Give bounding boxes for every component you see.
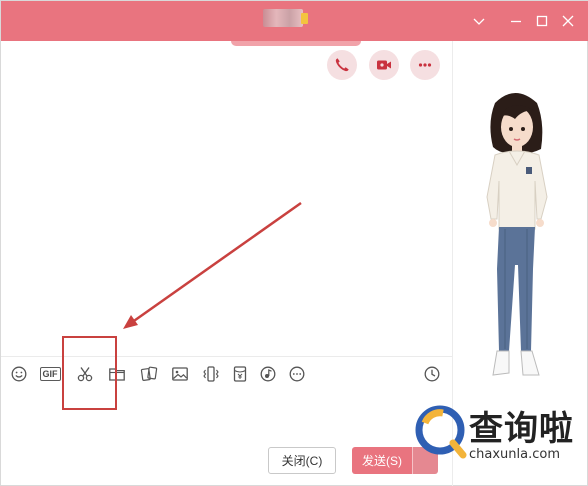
status-icon: [301, 13, 308, 24]
red-packet-button[interactable]: [228, 361, 252, 387]
contact-name-blurred: [263, 9, 303, 27]
watermark: 查询啦 chaxunla.com: [411, 397, 588, 469]
emoji-button[interactable]: [7, 361, 31, 387]
chat-window: GIF 关闭(C) 发送(S) 查询啦 chaxunla.com: [0, 0, 588, 486]
music-icon: [260, 366, 276, 382]
sticker-button[interactable]: [137, 361, 161, 387]
history-clock-icon: [424, 366, 440, 382]
shake-button[interactable]: [199, 361, 223, 387]
search-logo-icon: [415, 405, 467, 459]
gif-icon: GIF: [39, 367, 61, 381]
emoji-icon: [11, 366, 27, 382]
red-packet-icon: [233, 366, 247, 382]
message-area[interactable]: [1, 41, 452, 356]
avatar-show-figure: [486, 93, 548, 376]
gif-button[interactable]: GIF: [37, 361, 63, 387]
close-button[interactable]: 关闭(C): [268, 447, 336, 474]
phone-icon: [335, 58, 349, 72]
title-bar[interactable]: [1, 1, 588, 41]
chevron-down-icon[interactable]: [469, 11, 489, 31]
shake-icon: [203, 366, 219, 382]
more-options-button[interactable]: [410, 50, 440, 80]
more-icon: [418, 63, 432, 67]
watermark-brand: 查询啦: [469, 409, 574, 449]
voice-call-button[interactable]: [327, 50, 357, 80]
send-button[interactable]: 发送(S): [352, 447, 412, 474]
close-icon[interactable]: [558, 11, 578, 31]
more-tools-button[interactable]: [285, 361, 309, 387]
more-icon: [289, 366, 305, 382]
music-button[interactable]: [256, 361, 280, 387]
video-camera-icon: [377, 60, 391, 70]
sticker-icon: [140, 366, 158, 381]
minimize-icon[interactable]: [506, 11, 526, 31]
send-image-button[interactable]: [168, 361, 192, 387]
annotation-highlight-box: [62, 336, 117, 410]
image-icon: [172, 367, 188, 381]
watermark-url: chaxunla.com: [469, 447, 560, 462]
message-history-button[interactable]: [420, 361, 444, 387]
video-call-button[interactable]: [369, 50, 399, 80]
maximize-icon[interactable]: [532, 11, 552, 31]
